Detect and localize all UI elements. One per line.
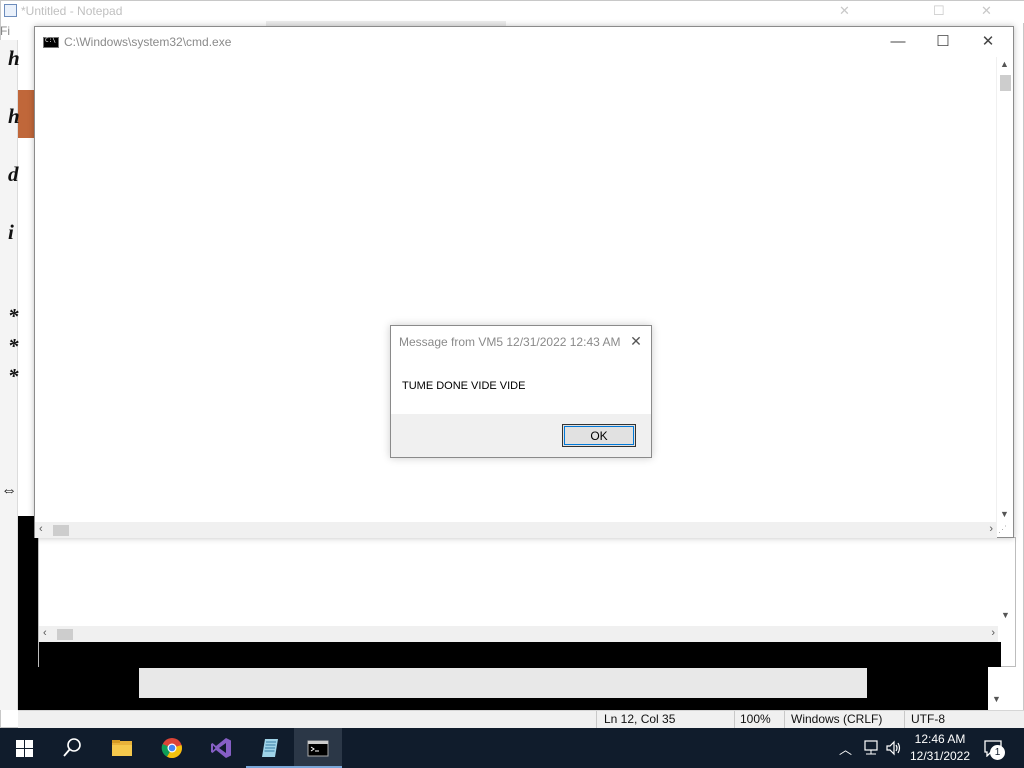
notepad-title: *Untitled - Notepad	[21, 4, 123, 18]
taskbar-file-explorer[interactable]	[98, 728, 146, 768]
notepad-line: *	[8, 304, 19, 328]
notepad-vscroll[interactable]: ▼	[988, 666, 1006, 710]
notepad-close-ghost-icon: ✕	[839, 3, 850, 18]
scroll-down-icon[interactable]: ▼	[1001, 610, 1010, 620]
volume-icon[interactable]	[885, 740, 903, 756]
notepad-line: *	[8, 334, 19, 358]
cmd-vscroll-thumb[interactable]	[1000, 75, 1011, 91]
chrome-icon	[161, 738, 182, 759]
status-position: Ln 12, Col 35	[604, 712, 676, 726]
taskbar-cmd[interactable]	[294, 728, 342, 768]
close-button[interactable]: ✕	[973, 31, 1003, 53]
maximize-button[interactable]: ☐	[928, 31, 958, 53]
network-icon[interactable]	[862, 740, 880, 756]
cmd-titlebar[interactable]: C:\Windows\system32\cmd.exe — ☐ ✕	[35, 27, 1013, 57]
dialog-footer: OK	[391, 414, 651, 457]
dialog-title: Message from VM5 12/31/2022 12:43 AM	[399, 335, 621, 349]
notepad-line: h	[8, 104, 20, 128]
notepad-statusbar: Ln 12, Col 35 100% Windows (CRLF) UTF-8	[18, 710, 1024, 729]
console-grey-block	[139, 668, 867, 698]
scroll-right-icon[interactable]: ›	[991, 627, 995, 639]
taskbar-notepad[interactable]	[246, 728, 294, 768]
notepad-icon	[262, 739, 278, 757]
notepad-icon	[4, 4, 17, 17]
start-button[interactable]	[0, 728, 48, 768]
scroll-up-icon[interactable]: ▲	[1000, 59, 1009, 69]
search-icon	[63, 738, 81, 757]
taskbar-chrome[interactable]	[148, 728, 196, 768]
notepad-line: *	[8, 364, 19, 388]
cmd-icon	[43, 37, 59, 48]
notification-count-badge: 1	[990, 745, 1005, 760]
cmd-icon	[307, 740, 329, 757]
resize-grip-icon[interactable]: ⋰	[998, 524, 1011, 537]
clock-time: 12:46 AM	[914, 732, 966, 746]
clock-date: 12/31/2022	[909, 749, 971, 763]
ok-button[interactable]: OK	[562, 424, 636, 447]
status-line-ending: Windows (CRLF)	[791, 712, 883, 726]
scroll-right-icon[interactable]: ›	[989, 523, 993, 535]
cmd-hscroll-thumb[interactable]	[53, 525, 69, 536]
minimize-button[interactable]: —	[883, 31, 913, 53]
dialog-message: TUME DONE VIDE VIDE	[402, 380, 526, 392]
console-black-area	[39, 642, 1001, 667]
taskbar: ︿ 12:46 AM 12/31/2022	[0, 728, 1024, 768]
status-encoding: UTF-8	[911, 712, 945, 726]
scroll-down-icon[interactable]: ▼	[1000, 509, 1009, 519]
cmd-title: C:\Windows\system32\cmd.exe	[64, 35, 232, 49]
cmd2-hscroll-thumb[interactable]	[57, 629, 73, 640]
scroll-left-icon[interactable]: ‹	[39, 523, 43, 535]
dialog-close-icon[interactable]: ✕	[628, 333, 644, 349]
notepad-line: h	[8, 46, 20, 70]
cmd-window: C:\Windows\system32\cmd.exe — ☐ ✕ ▲ ▼ ‹ …	[34, 26, 1014, 538]
notepad-titlebar[interactable]: *Untitled - Notepad ✕ ☐ ✕	[1, 1, 1024, 27]
cmd2-hscroll[interactable]: ‹ ›	[39, 626, 999, 642]
search-button[interactable]	[48, 728, 96, 768]
folder-icon	[112, 740, 132, 756]
cmd2-vscroll[interactable]: ▼	[998, 538, 1015, 642]
cmd-vscroll[interactable]: ▲ ▼	[996, 57, 1013, 523]
scroll-left-icon[interactable]: ‹	[43, 627, 47, 639]
console-black-area	[18, 516, 38, 710]
status-zoom: 100%	[740, 712, 771, 726]
taskbar-visual-studio[interactable]	[197, 728, 245, 768]
notepad-close-icon[interactable]: ✕	[981, 3, 992, 19]
resize-cursor-icon: ⇔	[1, 482, 17, 499]
notepad-maximize-icon[interactable]: ☐	[933, 3, 945, 19]
notepad-menu-file[interactable]: Fi	[0, 24, 20, 40]
clock[interactable]: 12:46 AM 12/31/2022	[905, 731, 975, 765]
cmd-window-secondary: ‹ › ▼	[38, 537, 1016, 667]
cmd-hscroll[interactable]: ‹ ›	[35, 522, 997, 538]
chevron-up-icon[interactable]: ︿	[839, 739, 852, 758]
notepad-line: d	[8, 162, 19, 186]
notepad-line: i	[8, 220, 14, 244]
message-dialog: Message from VM5 12/31/2022 12:43 AM ✕ T…	[390, 325, 652, 458]
notepad-text-area[interactable]: h h d i * * *	[4, 46, 24, 446]
visual-studio-icon	[211, 738, 231, 758]
scroll-down-icon[interactable]: ▼	[992, 694, 1001, 704]
